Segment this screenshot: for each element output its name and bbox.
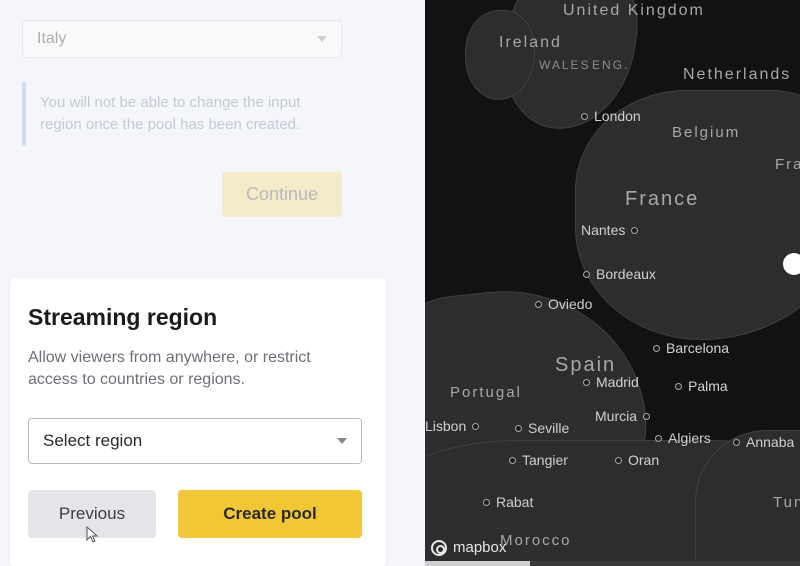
select-placeholder: Select region xyxy=(43,431,142,451)
config-panel: Italy You will not be able to change the… xyxy=(0,0,425,566)
city-madrid: Madrid xyxy=(583,374,639,390)
region-eng: Eng. xyxy=(592,58,629,72)
city-dot-icon xyxy=(631,227,638,234)
cursor-icon xyxy=(86,526,100,544)
card-title: Streaming region xyxy=(28,304,362,331)
card-subtitle: Allow viewers from anywhere, or restrict… xyxy=(28,347,362,392)
create-pool-label: Create pool xyxy=(223,504,317,523)
city-dot-icon xyxy=(515,425,522,432)
city-tangier: Tangier xyxy=(509,452,568,468)
progress-fill xyxy=(425,561,530,566)
country-fra-partial: Fra xyxy=(775,156,800,173)
chevron-down-icon xyxy=(337,438,347,444)
city-bordeaux: Bordeaux xyxy=(583,266,656,282)
streaming-region-card: Streaming region Allow viewers from anyw… xyxy=(10,278,386,566)
country-france: France xyxy=(625,188,699,211)
mapbox-logo-icon xyxy=(431,540,447,556)
city-palma: Palma xyxy=(675,378,728,394)
map-panel[interactable]: United Kingdom Ireland Netherlands Belgi… xyxy=(425,0,800,566)
city-murcia: Murcia xyxy=(595,408,650,424)
map-marker-icon xyxy=(783,253,800,275)
city-dot-icon xyxy=(581,113,588,120)
region-wales: Wales xyxy=(539,58,591,72)
city-seville: Seville xyxy=(515,420,569,436)
city-dot-icon xyxy=(583,271,590,278)
city-oran: Oran xyxy=(615,452,659,468)
input-region-value: Italy xyxy=(37,30,66,48)
warning-callout: You will not be able to change the input… xyxy=(22,82,342,146)
city-dot-icon xyxy=(653,345,660,352)
city-dot-icon xyxy=(655,435,662,442)
continue-label: Continue xyxy=(246,184,318,204)
chevron-down-icon xyxy=(317,36,327,42)
create-pool-button[interactable]: Create pool xyxy=(178,490,362,538)
previous-label: Previous xyxy=(59,504,125,523)
city-london: London xyxy=(581,108,641,124)
city-annaba: Annaba xyxy=(733,434,794,450)
country-morocco: Morocco xyxy=(500,532,572,549)
country-portugal: Portugal xyxy=(450,384,522,401)
map-attribution: mapbox xyxy=(431,539,506,556)
continue-button[interactable]: Continue xyxy=(222,172,342,217)
city-dot-icon xyxy=(615,457,622,464)
city-nantes: Nantes xyxy=(581,222,638,238)
country-netherlands: Netherlands xyxy=(683,66,791,84)
city-rabat: Rabat xyxy=(483,494,533,510)
city-dot-icon xyxy=(535,301,542,308)
city-lisbon: Lisbon xyxy=(425,418,479,434)
city-dot-icon xyxy=(509,457,516,464)
city-dot-icon xyxy=(643,413,650,420)
city-dot-icon xyxy=(675,383,682,390)
previous-button[interactable]: Previous xyxy=(28,490,156,538)
city-algiers: Algiers xyxy=(655,430,711,446)
warning-text: You will not be able to change the input… xyxy=(40,94,300,133)
progress-scrubber[interactable] xyxy=(425,561,800,566)
city-oviedo: Oviedo xyxy=(535,296,592,312)
input-region-select[interactable]: Italy xyxy=(22,20,342,58)
streaming-region-select[interactable]: Select region xyxy=(28,418,362,464)
city-dot-icon xyxy=(472,423,479,430)
country-uk: United Kingdom xyxy=(563,2,705,20)
city-dot-icon xyxy=(583,379,590,386)
country-tuni: Tuni xyxy=(773,494,800,511)
input-region-card: Italy You will not be able to change the… xyxy=(22,20,342,217)
city-dot-icon xyxy=(483,499,490,506)
country-belgium: Belgium xyxy=(672,124,740,141)
city-dot-icon xyxy=(733,439,740,446)
country-ireland: Ireland xyxy=(499,34,562,52)
city-barcelona: Barcelona xyxy=(653,340,729,356)
attribution-text: mapbox xyxy=(453,539,506,556)
